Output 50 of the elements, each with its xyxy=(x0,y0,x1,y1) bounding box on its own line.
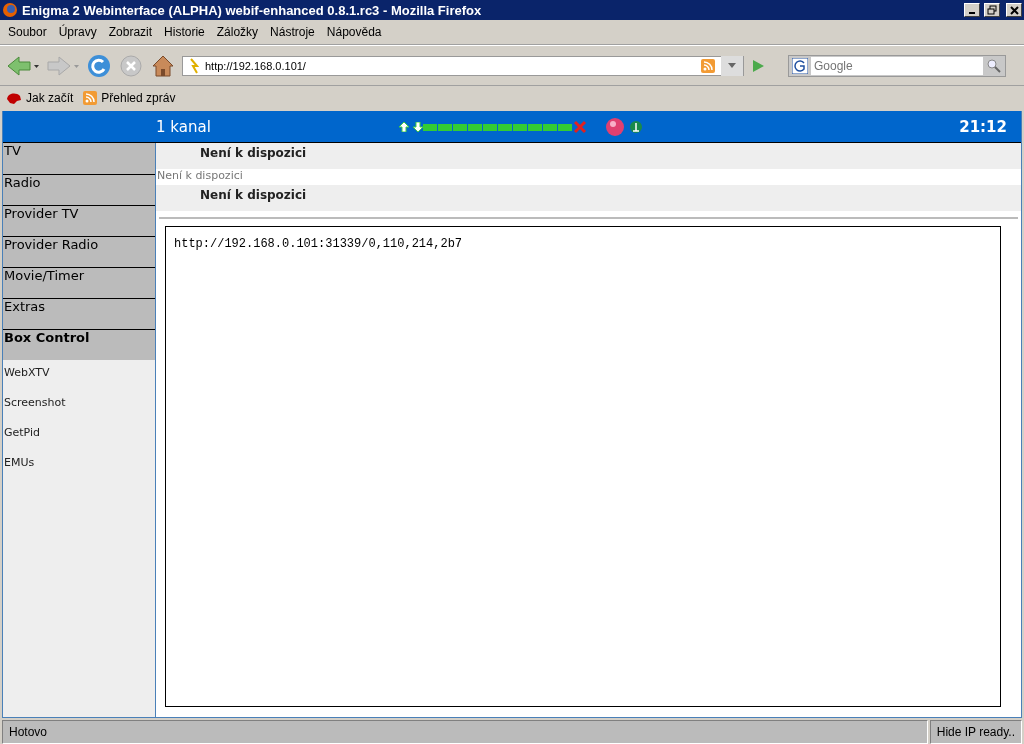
restore-icon xyxy=(987,5,997,15)
menu-item[interactable]: Soubor xyxy=(2,25,53,39)
program-description: Není k dispozici xyxy=(156,169,244,184)
restore-button[interactable] xyxy=(984,3,1000,17)
close-icon xyxy=(1009,5,1019,15)
address-bar[interactable]: http://192.168.0.101/ xyxy=(182,55,744,76)
clock-time: 21:12 xyxy=(959,117,1008,136)
sidebar-item[interactable]: TV xyxy=(3,143,155,174)
menu-item[interactable]: Nápověda xyxy=(320,25,388,39)
firefox-logo-icon xyxy=(2,2,18,18)
sidebar-item[interactable]: Movie/Timer xyxy=(3,267,155,298)
menu-item[interactable]: Historie xyxy=(158,25,211,39)
submenu-item[interactable]: GetPid xyxy=(3,420,155,450)
stop-icon[interactable] xyxy=(118,52,144,79)
menu-item[interactable]: Úpravy xyxy=(52,25,103,39)
sidebar-item[interactable]: Radio xyxy=(3,174,155,205)
sidebar-item[interactable]: Provider Radio xyxy=(3,236,155,267)
rss-feed-icon[interactable] xyxy=(701,58,715,73)
caret-icon xyxy=(728,63,736,68)
url-text: http://192.168.0.101/ xyxy=(205,59,307,72)
now-playing-title: Není k dispozici xyxy=(156,143,1021,169)
sidebar-item[interactable]: Extras xyxy=(3,298,155,329)
sidebar-item[interactable]: Box Control xyxy=(3,329,155,360)
status-text: Hotovo xyxy=(2,720,928,744)
reload-icon[interactable] xyxy=(86,52,112,79)
channel-title: 1 kanal xyxy=(155,117,212,136)
bookmark-link[interactable]: Přehled zpráv xyxy=(101,90,176,105)
stream-url-panel: http://192.168.0.101:31339/0,110,214,2b7 xyxy=(165,226,1001,707)
menu-item[interactable]: Zobrazit xyxy=(102,25,159,39)
close-button[interactable] xyxy=(1006,3,1022,17)
menu-item[interactable]: Záložky xyxy=(210,25,265,39)
minimize-button[interactable] xyxy=(964,3,980,17)
menu-item[interactable]: Nástroje xyxy=(264,25,321,39)
bookmark-link[interactable]: Jak začít xyxy=(26,90,74,105)
antenna-icon xyxy=(629,118,643,135)
up-arrow-icon xyxy=(399,121,409,132)
submenu-item[interactable]: Screenshot xyxy=(3,390,155,420)
back-arrow-icon[interactable] xyxy=(6,53,40,78)
history-dropdown-button[interactable] xyxy=(721,55,743,76)
status-panel: Hide IP ready.. xyxy=(929,720,1022,744)
sidebar-item[interactable]: Provider TV xyxy=(3,205,155,236)
rss-feed-icon xyxy=(83,90,98,105)
next-program-title: Není k dispozici xyxy=(156,185,1021,211)
record-ball-icon xyxy=(605,116,625,137)
site-icon xyxy=(189,57,199,74)
cross-icon xyxy=(573,119,587,134)
submenu-item[interactable]: EMUs xyxy=(3,450,155,480)
submenu-item[interactable]: WebXTV xyxy=(3,360,155,390)
down-arrow-icon xyxy=(413,121,423,132)
window-title: Enigma 2 Webinterface (ALPHA) webif-enhanced 0.8.1.rc3 - Mozilla Firefox xyxy=(22,2,483,18)
